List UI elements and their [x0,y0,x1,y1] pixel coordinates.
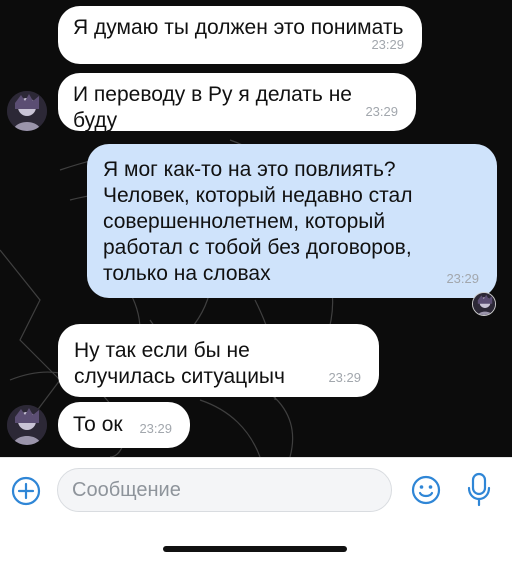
avatar-image [7,91,47,131]
message-input-field[interactable] [57,468,392,512]
my-avatar[interactable] [472,292,496,316]
message-bubble-2[interactable]: И переводу в Ру я делать не буду 23:29 [58,73,416,132]
message-text: Я мог как-то на это повлиять? Человек, к… [103,158,413,285]
message-time: 23:29 [328,370,361,385]
message-input[interactable] [72,469,372,511]
chat-area[interactable]: Я думаю ты должен это понимать 23:29 И п… [0,0,512,457]
message-time: 23:29 [446,271,479,286]
message-time: 23:29 [365,104,398,119]
message-composer [0,457,512,563]
message-text: И переводу в Ру я делать не буду [73,83,352,132]
add-icon[interactable] [11,476,41,506]
contact-avatar[interactable] [7,91,47,131]
microphone-icon[interactable] [464,472,494,508]
message-time: 23:29 [139,421,172,436]
message-text: Я думаю ты должен это понимать [73,16,404,39]
contact-avatar[interactable] [7,405,47,445]
home-indicator [163,546,347,552]
avatar-image [7,405,47,445]
message-text: Ну так если бы не случилась ситуациыч [74,339,285,388]
message-bubble-5[interactable]: То ок 23:29 [58,402,190,448]
emoji-icon[interactable] [411,475,441,505]
message-bubble-3[interactable]: Я мог как-то на это повлиять? Человек, к… [87,144,497,298]
message-time: 23:29 [371,37,404,52]
message-bubble-4[interactable]: Ну так если бы не случилась ситуациыч 23… [58,324,379,397]
message-bubble-1[interactable]: Я думаю ты должен это понимать 23:29 [58,6,422,64]
